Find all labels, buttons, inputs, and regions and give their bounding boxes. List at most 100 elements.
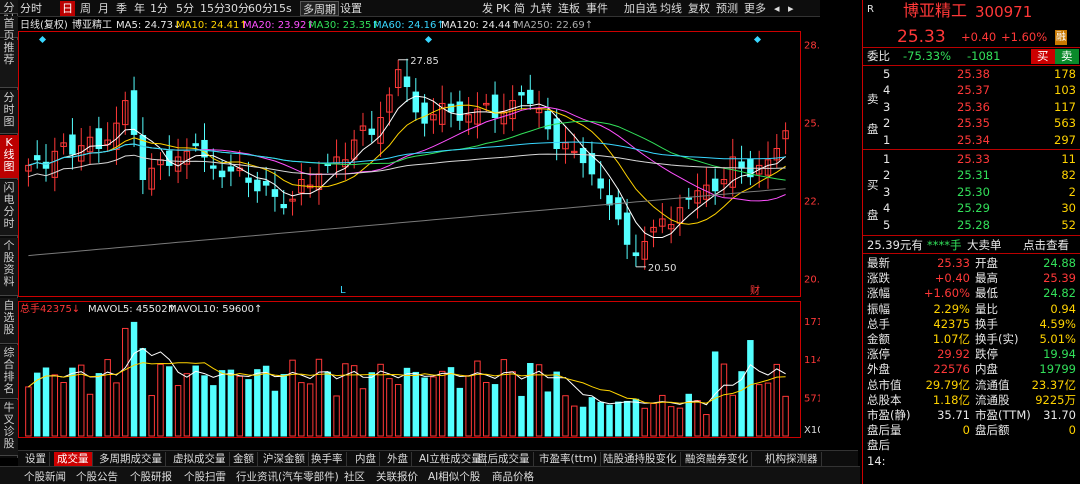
- toolbar-item-6[interactable]: 1分: [150, 1, 168, 16]
- news-link-2[interactable]: 个股研报: [130, 469, 172, 484]
- toolbar-item-10[interactable]: 60分: [248, 1, 273, 16]
- stat-value: 22576: [933, 362, 970, 377]
- toolbar-right-9[interactable]: 预测: [716, 1, 738, 16]
- ask-price[interactable]: 25.38: [957, 67, 990, 82]
- toolbar-right-6[interactable]: 加自选: [624, 1, 657, 16]
- volume-bar: [747, 340, 754, 437]
- toolbar-right-8[interactable]: 复权: [688, 1, 710, 16]
- toolbar-right-10[interactable]: 更多: [744, 1, 766, 16]
- volume-tick-1: 1142: [804, 355, 820, 366]
- volume-bar: [535, 364, 543, 437]
- toolbar-item-9[interactable]: 30分: [224, 1, 249, 16]
- news-link-4[interactable]: 行业资讯(汽车零部件): [236, 469, 339, 484]
- arrow-right-icon[interactable]: ▸: [788, 1, 794, 16]
- toolbar-item-8[interactable]: 15分: [200, 1, 225, 16]
- toolbar-right-5[interactable]: 事件: [586, 1, 608, 16]
- bid-volume: 82: [1061, 168, 1076, 183]
- low-annotation: 20.50: [648, 263, 677, 274]
- bid-price[interactable]: 25.28: [957, 218, 990, 233]
- volume-bar: [386, 378, 393, 437]
- toolbar-right-3[interactable]: 九转: [530, 1, 552, 16]
- candle-body: [456, 101, 464, 121]
- ask-price[interactable]: 25.37: [957, 83, 990, 98]
- toolbar-right-0[interactable]: 发: [482, 1, 493, 16]
- r-tag: R: [867, 4, 874, 15]
- toolbar-item-7[interactable]: 5分: [176, 1, 194, 16]
- toolbar-item-3[interactable]: 月: [98, 1, 109, 16]
- toolbar-item-13[interactable]: 设置: [340, 1, 362, 16]
- toolbar-item-0[interactable]: 分时: [20, 1, 42, 16]
- ma20-label: MA20: 23.92↑: [243, 20, 315, 31]
- left-nav-item-1[interactable]: 首页: [0, 16, 18, 42]
- left-nav-item-2[interactable]: 推荐: [0, 40, 18, 88]
- left-nav-item-6[interactable]: 个股资料: [0, 238, 18, 296]
- price-frame: [18, 31, 801, 297]
- big-order-link[interactable]: 点击查看: [1023, 238, 1069, 253]
- left-nav-item-0[interactable]: 分时: [0, 0, 18, 26]
- candle-body: [518, 92, 525, 96]
- news-link-8[interactable]: 商品价格: [492, 469, 534, 484]
- indicator-tab-13[interactable]: 融资融券变化: [682, 452, 752, 466]
- toolbar-right-7[interactable]: 均线: [660, 1, 682, 16]
- toolbar-item-12[interactable]: 多周期: [300, 1, 339, 16]
- ma10-label: MA10: 24.41↑: [176, 20, 248, 31]
- ask-price[interactable]: 25.34: [957, 133, 990, 148]
- indicator-tab-7[interactable]: 内盘: [352, 452, 380, 466]
- indicator-tab-10[interactable]: 盘后成交量: [474, 452, 534, 466]
- left-nav-item-5[interactable]: 闪电分时: [0, 180, 18, 236]
- stock-name: 博亚精工: [903, 1, 968, 20]
- ma30-label: MA30: 23.35↑: [308, 20, 380, 31]
- indicator-tab-12[interactable]: 陆股通持股变化: [600, 452, 681, 466]
- bid-price[interactable]: 25.31: [957, 168, 990, 183]
- indicator-tab-5[interactable]: 沪深金额: [260, 452, 309, 466]
- arrow-left-icon[interactable]: ◂: [774, 1, 780, 16]
- left-nav-item-7[interactable]: 自选股: [0, 298, 18, 344]
- indicator-tab-4[interactable]: 金额: [230, 452, 258, 466]
- stat-label: 流通值: [975, 377, 1010, 392]
- news-link-1[interactable]: 个股公告: [76, 469, 118, 484]
- news-link-3[interactable]: 个股扫雷: [184, 469, 226, 484]
- indicator-tab-1[interactable]: 成交量: [54, 452, 93, 466]
- toolbar-item-4[interactable]: 季: [116, 1, 127, 16]
- ask-price[interactable]: 25.35: [957, 116, 990, 131]
- stat-value: 19.94: [1043, 347, 1076, 362]
- sell-button[interactable]: 卖: [1055, 49, 1079, 64]
- weibi-value: -75.33%: [903, 49, 951, 63]
- bid-price[interactable]: 25.33: [957, 152, 990, 167]
- news-link-0[interactable]: 个股新闻: [24, 469, 66, 484]
- indicator-tab-0[interactable]: 设置: [22, 452, 50, 466]
- left-nav-item-8[interactable]: 综合排名: [0, 345, 18, 399]
- news-link-7[interactable]: AI相似个股: [428, 469, 480, 484]
- kline-chart[interactable]: 28.4025.6322.8620.0927.8520.50L财17131142…: [18, 17, 833, 450]
- left-nav-item-9[interactable]: 牛叉诊股: [0, 400, 18, 456]
- bid-price[interactable]: 25.29: [957, 201, 990, 216]
- toolbar-item-2[interactable]: 周: [80, 1, 91, 16]
- volume-bar: [438, 370, 446, 437]
- indicator-tab-11[interactable]: 市盈率(ttm): [536, 452, 602, 466]
- toolbar-item-5[interactable]: 年: [134, 1, 145, 16]
- buy-button[interactable]: 买: [1031, 49, 1055, 64]
- indicator-tab-14[interactable]: 机构探测器: [762, 452, 822, 466]
- toolbar-right-2[interactable]: 简: [514, 1, 525, 16]
- volume-bar: [298, 382, 305, 437]
- last-price: 25.33: [897, 27, 946, 47]
- indicator-tab-8[interactable]: 外盘: [384, 452, 412, 466]
- toolbar-right-4[interactable]: 连板: [558, 1, 580, 16]
- news-link-5[interactable]: 社区: [344, 469, 365, 484]
- left-nav-item-4[interactable]: K线图: [0, 135, 18, 179]
- ask-price[interactable]: 25.36: [957, 100, 990, 115]
- indicator-tab-6[interactable]: 换手率: [308, 452, 347, 466]
- stat-label: 量比: [975, 301, 998, 316]
- toolbar-item-1[interactable]: 日: [60, 1, 75, 16]
- volume-bar: [641, 407, 648, 437]
- indicator-tab-3[interactable]: 虚拟成交量: [170, 452, 230, 466]
- volume-bar: [218, 370, 226, 437]
- bid-price[interactable]: 25.30: [957, 185, 990, 200]
- indicator-tab-2[interactable]: 多周期成交量: [96, 452, 166, 466]
- toolbar-right-1[interactable]: PK: [496, 1, 510, 16]
- stat-value: 1.18亿: [932, 392, 970, 407]
- toolbar-item-11[interactable]: 15s: [272, 1, 292, 16]
- news-link-6[interactable]: 关联报价: [376, 469, 418, 484]
- left-nav-item-3[interactable]: 分时图: [0, 90, 18, 134]
- candle-body: [412, 91, 420, 113]
